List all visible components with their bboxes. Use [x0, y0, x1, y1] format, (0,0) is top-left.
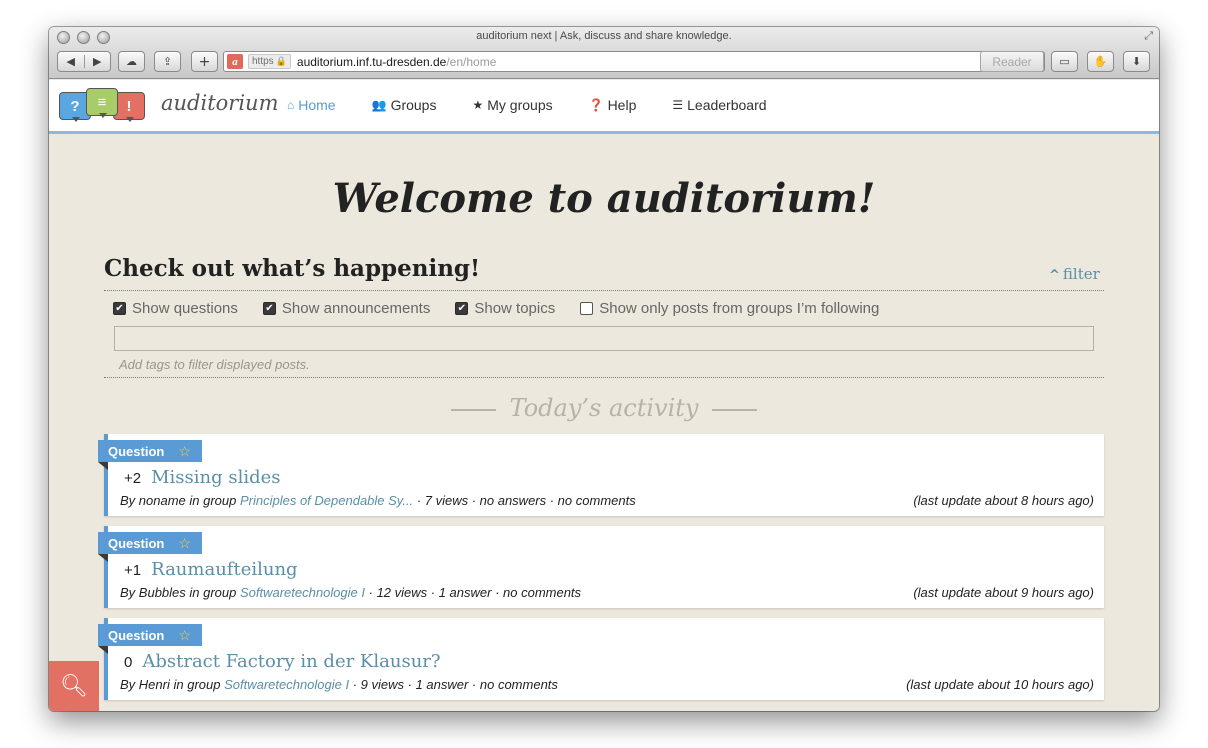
post-stats: · 9 views · 1 answer · no comments	[352, 677, 558, 692]
post-title-link[interactable]: Abstract Factory in der Klausur?	[142, 651, 440, 672]
post-author[interactable]: noname	[139, 493, 186, 508]
nav-leaderboard[interactable]: ☰ Leaderboard	[672, 97, 766, 113]
post-group-link[interactable]: Softwaretechnologie I	[224, 677, 349, 692]
search-icon: 🔍︎	[60, 673, 88, 699]
star-outline-icon[interactable]: ☆	[178, 627, 191, 644]
checkbox-checked-icon[interactable]: ✔	[113, 302, 126, 315]
page-content: Welcome to auditorium! Check out what’s …	[49, 137, 1159, 711]
activity-heading: Check out what’s happening!	[104, 255, 481, 282]
post-score: 0	[124, 654, 133, 671]
post-type-badge: Question ☆	[98, 440, 202, 470]
divider	[104, 290, 1104, 291]
post-stats: · 7 views · no answers · no comments	[416, 493, 636, 508]
forward-icon[interactable]: ▶	[85, 55, 111, 68]
checkbox-checked-icon[interactable]: ✔	[262, 302, 276, 315]
post-author[interactable]: Henri	[139, 677, 170, 692]
address-bar[interactable]: a https 🔒 auditorium.inf.tu-dresden.de/en…	[223, 51, 1045, 72]
checkbox-checked-icon[interactable]: ✔	[455, 302, 469, 315]
cloud-icon: ☁	[126, 55, 137, 68]
post-card: Question ☆ 0 Abstract Factory in der Klau…	[98, 618, 1104, 700]
post-title-link[interactable]: Missing slides	[151, 467, 280, 488]
icloud-tabs-button[interactable]: ☁	[118, 51, 145, 72]
post-updated: (last update about 10 hours ago)	[906, 677, 1094, 692]
browser-window: auditorium next | Ask, discuss and share…	[49, 27, 1159, 711]
filter-only-following[interactable]: Show only posts from groups I’m followin…	[580, 300, 879, 317]
divider	[712, 408, 758, 411]
home-icon: ⌂	[287, 98, 295, 112]
reader-button[interactable]: Reader	[980, 51, 1044, 72]
post-author[interactable]: Bubbles	[139, 585, 186, 600]
back-icon[interactable]: ◀	[58, 55, 85, 68]
favicon-icon: a	[227, 54, 243, 69]
list-icon: ☰	[672, 98, 684, 112]
site-logo[interactable]: ? ! ≡	[59, 88, 154, 128]
window-title: auditorium next | Ask, discuss and share…	[476, 30, 732, 42]
post-type-badge: Question ☆	[98, 532, 202, 562]
notes-button[interactable]: ▭	[1051, 51, 1078, 72]
share-button[interactable]: ⇪	[154, 51, 181, 72]
star-icon: ★	[472, 98, 484, 112]
checkbox-unchecked-icon[interactable]	[580, 302, 594, 315]
filter-options: ✔ Show questions ✔ Show announcements ✔ Sho…	[113, 300, 904, 317]
download-icon: ⬇	[1131, 55, 1142, 68]
post-group-link[interactable]: Softwaretechnologie I	[240, 585, 365, 600]
nav-groups[interactable]: 👥 Groups	[372, 97, 437, 113]
tag-filter-input[interactable]	[114, 326, 1094, 351]
post-title-link[interactable]: Raumaufteilung	[151, 559, 297, 580]
nav-help[interactable]: ❓ Help	[589, 97, 637, 113]
post-score: +1	[124, 562, 142, 579]
post-meta: By Henri in group Softwaretechnologie I …	[120, 677, 558, 692]
back-forward-buttons: ◀ ▶	[57, 51, 111, 72]
plus-icon: +	[198, 53, 211, 70]
new-tab-button[interactable]: +	[191, 51, 218, 72]
post-title-row: +1 Raumaufteilung	[124, 559, 298, 580]
brand-name[interactable]: auditorium	[161, 91, 278, 115]
post-stats: · 12 views · 1 answer · no comments	[368, 585, 582, 600]
filter-show-questions[interactable]: ✔ Show questions	[113, 300, 238, 317]
tag-filter-hint: Add tags to filter displayed posts.	[119, 357, 310, 372]
filter-show-topics[interactable]: ✔ Show topics	[455, 300, 555, 317]
post-score: +2	[124, 470, 142, 487]
main-nav: ⌂ Home 👥 Groups ★ My groups ❓ Help ☰ Leaderbo…	[287, 97, 803, 113]
post-meta: By Bubbles in group Softwaretechnologie …	[120, 585, 582, 600]
share-icon: ⇪	[162, 55, 173, 68]
help-icon: ❓	[588, 98, 604, 112]
url-host: auditorium.inf.tu-dresden.de	[296, 54, 447, 69]
fullscreen-icon[interactable]: ⤢	[1144, 30, 1153, 43]
post-card: Question ☆ +2 Missing slides By noname in…	[98, 434, 1104, 516]
section-title: Today’s activity	[49, 394, 1159, 422]
post-updated: (last update about 8 hours ago)	[913, 493, 1094, 508]
post-title-row: 0 Abstract Factory in der Klausur?	[124, 651, 441, 672]
star-outline-icon[interactable]: ☆	[178, 535, 191, 552]
post-meta: By noname in group Principles of Dependa…	[120, 493, 636, 508]
nav-my-groups[interactable]: ★ My groups	[472, 97, 552, 113]
divider	[450, 408, 496, 411]
page-title: Welcome to auditorium!	[332, 175, 876, 222]
post-card: Question ☆ +1 Raumaufteilung By Bubbles i…	[98, 526, 1104, 608]
extension-button[interactable]: ✋	[1087, 51, 1114, 72]
nav-home[interactable]: ⌂ Home	[287, 97, 336, 113]
downloads-button[interactable]: ⬇	[1123, 51, 1150, 72]
text-bubble-icon: ≡	[86, 88, 118, 118]
post-group-link[interactable]: Principles of Dependable Sy...	[240, 493, 413, 508]
star-outline-icon[interactable]: ☆	[178, 443, 191, 460]
site-header: ? ! ≡ auditorium ⌂ Home 👥 Groups ★ My group…	[49, 80, 1159, 134]
browser-toolbar: auditorium next | Ask, discuss and share…	[49, 27, 1159, 79]
chevron-up-icon: ^	[1049, 268, 1060, 283]
post-type-badge: Question ☆	[98, 624, 202, 654]
speech-bubble-icon: ▭	[1059, 55, 1070, 68]
filter-show-announcements[interactable]: ✔ Show announcements	[262, 300, 430, 317]
url-path: /en/home	[446, 54, 497, 69]
post-title-row: +2 Missing slides	[124, 467, 281, 488]
users-icon: 👥	[371, 98, 387, 112]
post-updated: (last update about 9 hours ago)	[913, 585, 1094, 600]
https-badge: https 🔒	[248, 54, 291, 69]
hand-icon: ✋	[1093, 55, 1108, 68]
lock-icon: 🔒	[275, 56, 287, 66]
search-button[interactable]: 🔍︎	[49, 661, 99, 711]
divider	[104, 377, 1104, 378]
filter-toggle[interactable]: ^ filter	[1049, 265, 1100, 283]
